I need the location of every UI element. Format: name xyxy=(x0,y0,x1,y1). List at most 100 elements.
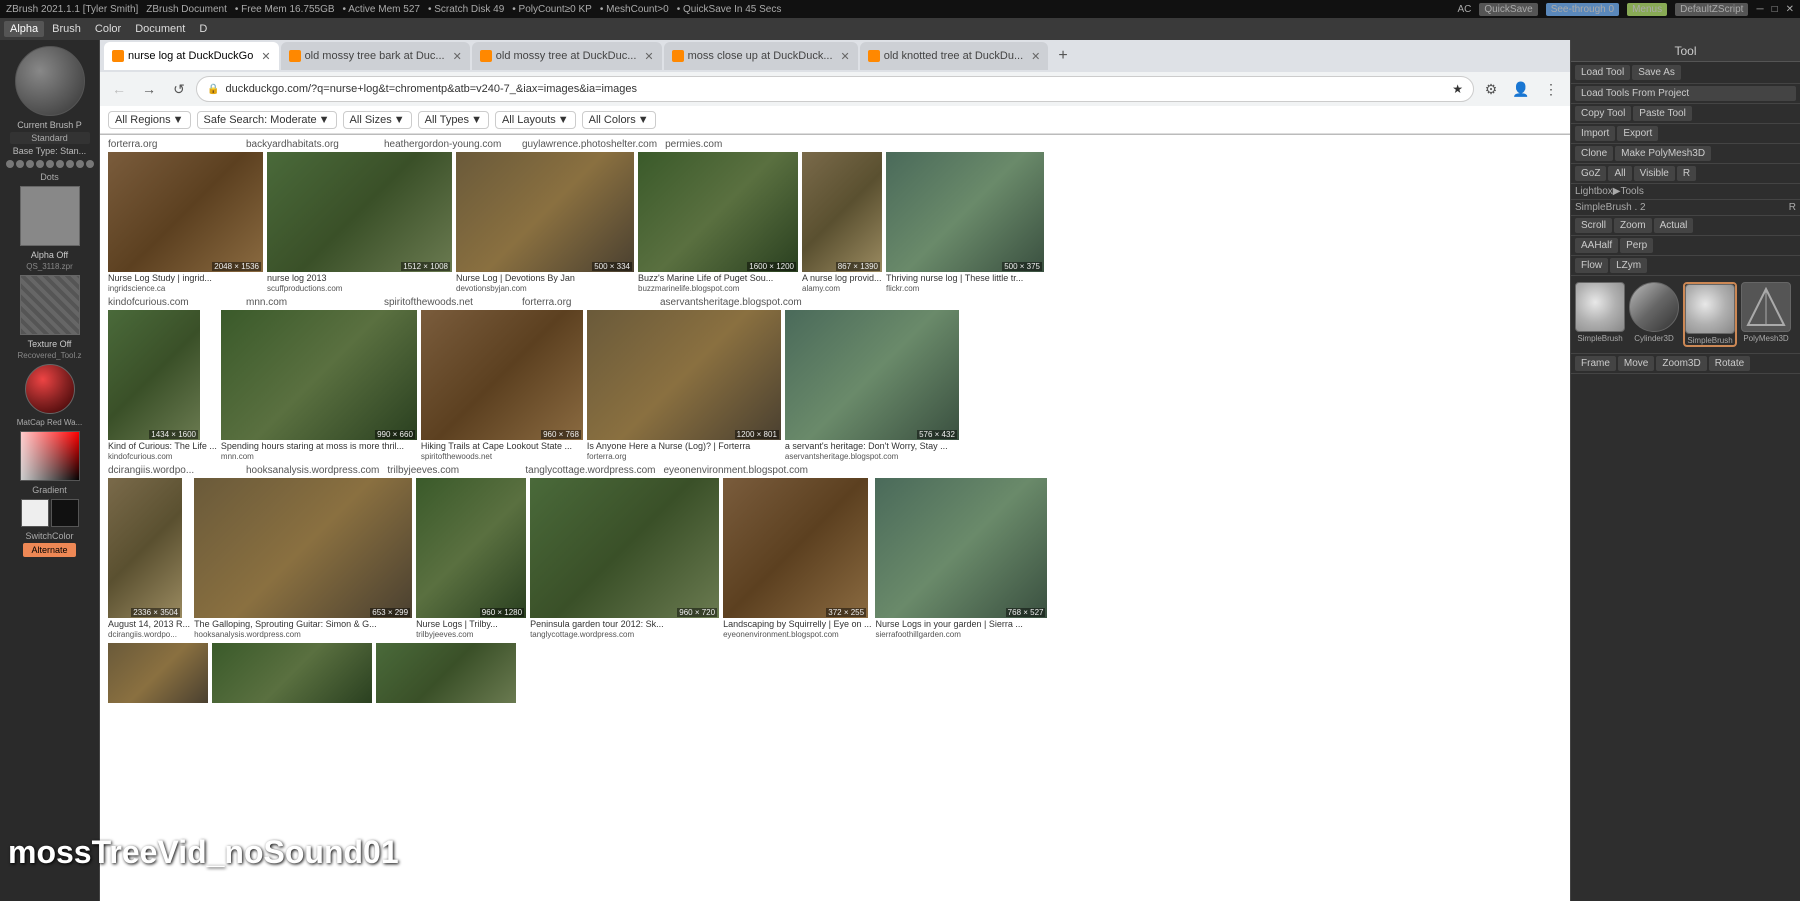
tool-simple-brush-1[interactable]: SimpleBrush xyxy=(1575,282,1625,343)
standard-label[interactable]: Standard xyxy=(10,132,90,144)
texture-label[interactable]: Texture Off xyxy=(28,339,72,349)
filter-types[interactable]: All Types ▼ xyxy=(418,111,489,129)
default-z[interactable]: DefaultZScript xyxy=(1675,3,1748,16)
aahalf-btn[interactable]: AAHalf xyxy=(1575,238,1618,253)
img-cell-1-1[interactable]: 2048 × 1536 Nurse Log Study | ingrid... … xyxy=(108,152,263,293)
make-polymesh-btn[interactable]: Make PolyMesh3D xyxy=(1615,146,1711,161)
img-thumb-2-3[interactable]: 960 × 768 xyxy=(421,310,583,440)
forward-btn[interactable]: → xyxy=(136,76,162,102)
img-cell-2-3[interactable]: 960 × 768 Hiking Trails at Cape Lookout … xyxy=(421,310,583,461)
img-cell-3-3[interactable]: 960 × 1280 Nurse Logs | Trilby... trilby… xyxy=(416,478,526,639)
filter-safe-search[interactable]: Safe Search: Moderate ▼ xyxy=(197,111,337,129)
img-cell-1-2[interactable]: 1512 × 1008 nurse log 2013 scuffproducti… xyxy=(267,152,452,293)
tool-cylinder3d[interactable]: Cylinder3D xyxy=(1629,282,1679,343)
import-btn[interactable]: Import xyxy=(1575,126,1615,141)
tool-simple-brush-2[interactable]: SimpleBrush xyxy=(1683,282,1737,347)
maximize-btn[interactable]: □ xyxy=(1772,4,1778,15)
menu-alpha[interactable]: Alpha xyxy=(4,21,44,37)
menu-brush[interactable]: Brush xyxy=(46,21,87,37)
tab-close-4[interactable]: ✕ xyxy=(841,50,850,63)
img-thumb-3-1[interactable]: 2336 × 3504 xyxy=(108,478,182,618)
img-cell-2-2[interactable]: 990 × 660 Spending hours staring at moss… xyxy=(221,310,417,461)
flow-btn[interactable]: Flow xyxy=(1575,258,1608,273)
img-cell-1-6[interactable]: 500 × 375 Thriving nurse log | These lit… xyxy=(886,152,1044,293)
actual-btn[interactable]: Actual xyxy=(1654,218,1694,233)
move-btn[interactable]: Move xyxy=(1618,356,1654,371)
tool-polymesh3d[interactable]: PolyMesh3D xyxy=(1741,282,1791,343)
filter-colors[interactable]: All Colors ▼ xyxy=(582,111,656,129)
all-btn[interactable]: All xyxy=(1608,166,1631,181)
rotate-btn[interactable]: Rotate xyxy=(1709,356,1750,371)
img-cell-3-2[interactable]: 653 × 299 The Galloping, Sprouting Guita… xyxy=(194,478,412,639)
img-cell-3-6[interactable]: 768 × 527 Nurse Logs in your garden | Si… xyxy=(875,478,1047,639)
close-btn[interactable]: ✕ xyxy=(1786,4,1794,15)
texture-preview[interactable] xyxy=(20,275,80,335)
img-thumb-3-3[interactable]: 960 × 1280 xyxy=(416,478,526,618)
filter-layouts[interactable]: All Layouts ▼ xyxy=(495,111,576,129)
img-thumb-3-6[interactable]: 768 × 527 xyxy=(875,478,1047,618)
color-picker[interactable] xyxy=(20,431,80,481)
img-thumb-1-6[interactable]: 500 × 375 xyxy=(886,152,1044,272)
img-cell-2-1[interactable]: 1434 × 1600 Kind of Curious: The Life ..… xyxy=(108,310,217,461)
frame-btn[interactable]: Frame xyxy=(1575,356,1616,371)
img-cell-2-5[interactable]: 576 × 432 a servant's heritage: Don't Wo… xyxy=(785,310,959,461)
lightbox-row[interactable]: Lightbox▶Tools xyxy=(1571,184,1800,200)
extensions-btn[interactable]: ⚙ xyxy=(1478,76,1504,102)
img-cell-3-1[interactable]: 2336 × 3504 August 14, 2013 R... dcirang… xyxy=(108,478,190,639)
save-as-btn[interactable]: Save As xyxy=(1632,65,1681,80)
img-thumb-3-5[interactable]: 372 × 255 xyxy=(723,478,868,618)
menu-color[interactable]: Color xyxy=(89,21,127,37)
refresh-btn[interactable]: ↺ xyxy=(166,76,192,102)
image-grid-container[interactable]: forterra.org backyardhabitats.org heathe… xyxy=(100,135,1570,901)
address-bar[interactable]: 🔒 duckduckgo.com/?q=nurse+log&t=chroment… xyxy=(196,76,1474,102)
menus-btn[interactable]: Menus xyxy=(1627,3,1667,16)
lzym-btn[interactable]: LZym xyxy=(1610,258,1647,273)
tab-close-2[interactable]: ✕ xyxy=(453,50,462,63)
zoom3d-btn[interactable]: Zoom3D xyxy=(1656,356,1706,371)
img-cell-2-4[interactable]: 1200 × 801 Is Anyone Here a Nurse (Log)?… xyxy=(587,310,781,461)
img-cell-1-4[interactable]: 1600 × 1200 Buzz's Marine Life of Puget … xyxy=(638,152,798,293)
filter-sizes[interactable]: All Sizes ▼ xyxy=(343,111,412,129)
dots-label[interactable]: Dots xyxy=(40,172,59,182)
img-cell-4-2[interactable] xyxy=(212,643,372,703)
img-thumb-2-5[interactable]: 576 × 432 xyxy=(785,310,959,440)
export-btn[interactable]: Export xyxy=(1617,126,1658,141)
gradient-label[interactable]: Gradient xyxy=(32,485,67,495)
img-thumb-2-2[interactable]: 990 × 660 xyxy=(221,310,417,440)
img-thumb-3-2[interactable]: 653 × 299 xyxy=(194,478,412,618)
goz-btn[interactable]: GoZ xyxy=(1575,166,1606,181)
see-through[interactable]: See-through 0 xyxy=(1546,3,1619,16)
alpha-preview[interactable] xyxy=(20,186,80,246)
load-tool-btn[interactable]: Load Tool xyxy=(1575,65,1630,80)
minimize-btn[interactable]: ─ xyxy=(1756,4,1763,15)
profile-btn[interactable]: 👤 xyxy=(1508,76,1534,102)
img-thumb-1-5[interactable]: 867 × 1390 xyxy=(802,152,882,272)
gradient-black[interactable] xyxy=(51,499,79,527)
load-tools-project-btn[interactable]: Load Tools From Project xyxy=(1575,86,1796,101)
r2-btn[interactable]: R xyxy=(1789,202,1796,213)
r-btn[interactable]: R xyxy=(1677,166,1696,181)
img-thumb-1-3[interactable]: 500 × 334 xyxy=(456,152,634,272)
browser-tab-5[interactable]: old knotted tree at DuckDu... ✕ xyxy=(860,42,1049,70)
scroll-btn[interactable]: Scroll xyxy=(1575,218,1612,233)
gradient-white[interactable] xyxy=(21,499,49,527)
alpha-label[interactable]: Alpha Off xyxy=(31,250,68,260)
paste-tool-btn[interactable]: Paste Tool xyxy=(1633,106,1692,121)
browser-tab-2[interactable]: old mossy tree bark at Duc... ✕ xyxy=(281,42,470,70)
menu-d[interactable]: D xyxy=(193,21,213,37)
img-cell-1-5[interactable]: 867 × 1390 A nurse log provid... alamy.c… xyxy=(802,152,882,293)
img-cell-4-3[interactable] xyxy=(376,643,516,703)
tab-close-5[interactable]: ✕ xyxy=(1031,50,1040,63)
tab-close-3[interactable]: ✕ xyxy=(644,50,653,63)
img-thumb-3-4[interactable]: 960 × 720 xyxy=(530,478,719,618)
img-thumb-2-4[interactable]: 1200 × 801 xyxy=(587,310,781,440)
switch-color-label[interactable]: SwitchColor xyxy=(25,531,73,541)
visible-btn[interactable]: Visible xyxy=(1634,166,1675,181)
perp-btn[interactable]: Perp xyxy=(1620,238,1653,253)
menu-dots-btn[interactable]: ⋮ xyxy=(1538,76,1564,102)
copy-tool-btn[interactable]: Copy Tool xyxy=(1575,106,1631,121)
img-thumb-2-1[interactable]: 1434 × 1600 xyxy=(108,310,200,440)
star-icon[interactable]: ★ xyxy=(1452,82,1463,96)
img-cell-1-3[interactable]: 500 × 334 Nurse Log | Devotions By Jan d… xyxy=(456,152,634,293)
img-cell-4-1[interactable] xyxy=(108,643,208,703)
